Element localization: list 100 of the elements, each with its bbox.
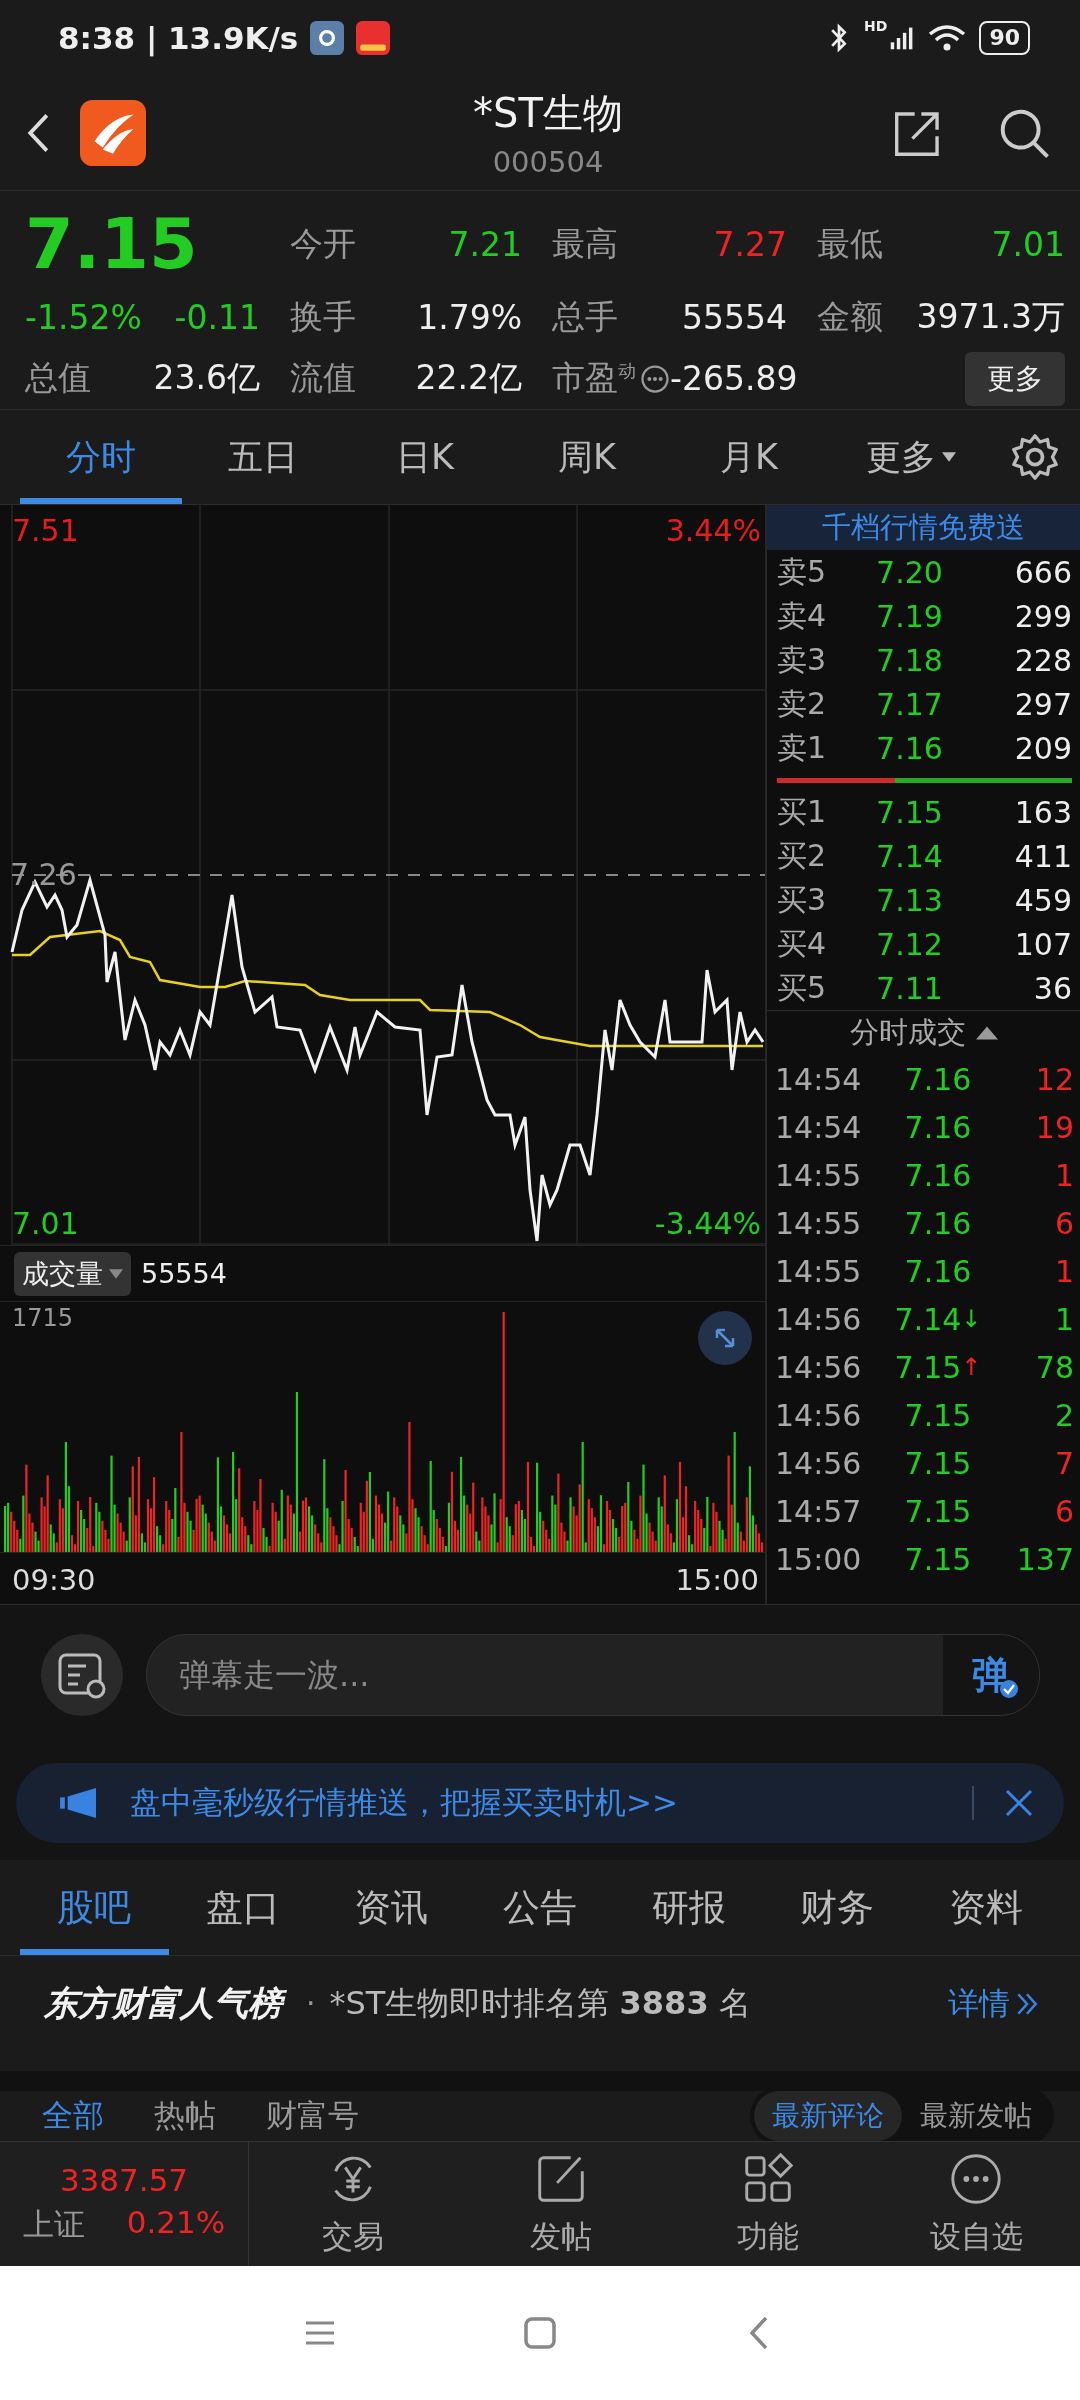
post-tab[interactable]: 全部 <box>42 2095 104 2137</box>
stat-value: 7.01 <box>991 224 1065 264</box>
post-tab[interactable]: 财富号 <box>266 2095 359 2137</box>
section-tab[interactable]: 研报 <box>614 1860 763 1955</box>
stat-value: 7.21 <box>448 224 522 264</box>
order-volume: 107 <box>1013 926 1072 962</box>
promo-banner[interactable]: 千档行情免费送 <box>767 505 1080 550</box>
trade-volume: 12 <box>1034 1061 1074 1097</box>
stock-name: *ST生物 <box>473 89 623 138</box>
trade-time: 14:56 <box>775 1349 863 1385</box>
danmaku-settings-icon[interactable] <box>40 1633 124 1717</box>
more-button[interactable]: 更多 <box>965 351 1065 406</box>
app-logo-icon <box>80 99 146 166</box>
stat-value: 23.6亿 <box>153 357 260 399</box>
network-label: HD <box>864 18 888 34</box>
trades-title[interactable]: 分时成交 <box>849 1013 966 1053</box>
stat-label: 最高 <box>552 222 618 265</box>
trade-price: 7.15 <box>904 1397 972 1433</box>
order-price: 7.11 <box>875 970 944 1006</box>
stat-label: 最低 <box>817 222 883 265</box>
stat-value: 7.27 <box>713 224 787 264</box>
trade-price: 7.15 <box>894 1349 962 1385</box>
index-name: 上证 <box>22 2205 85 2244</box>
order-level-label: 卖5 <box>777 552 828 591</box>
section-tab[interactable]: 资讯 <box>317 1860 466 1955</box>
trade-price: 7.16 <box>904 1109 972 1145</box>
index-value: 3387.57 <box>59 2162 189 2198</box>
trade-volume: 6 <box>1053 1493 1074 1529</box>
trade-price: 7.15 <box>904 1493 972 1529</box>
order-volume: 228 <box>1013 642 1072 678</box>
section-tab[interactable]: 资料 <box>911 1860 1061 1955</box>
high-percent-label: 3.44% <box>665 513 761 548</box>
chart-tab[interactable]: 日K <box>344 410 506 504</box>
sort-option[interactable]: 最新发帖 <box>902 2091 1050 2141</box>
stat-value: 22.2亿 <box>415 357 522 399</box>
order-volume: 209 <box>1013 730 1072 766</box>
stat-label: 总值 <box>25 357 91 399</box>
close-icon[interactable] <box>1004 1787 1034 1818</box>
bottom-nav-item[interactable]: 交易 <box>249 2142 457 2266</box>
caret-up-icon[interactable] <box>975 1026 998 1040</box>
trade-volume: 78 <box>1034 1349 1074 1385</box>
order-volume: 163 <box>1013 794 1072 830</box>
danmaku-input[interactable]: 弹幕走一波... 弹 <box>146 1634 1040 1716</box>
chart-tab[interactable]: 五日 <box>182 410 344 504</box>
expand-icon[interactable] <box>697 1310 753 1366</box>
change-amount: -0.11 <box>174 297 260 337</box>
time-start-label: 09:30 <box>12 1562 96 1597</box>
trade-time: 15:00 <box>775 1541 863 1577</box>
chart-tab[interactable]: 月K <box>668 410 830 504</box>
trade-volume: 1 <box>1053 1157 1074 1193</box>
order-level-label: 买3 <box>777 880 828 919</box>
trade-volume: 2 <box>1053 1397 1074 1433</box>
ranking-text: *ST生物即时排名第 3883 名 <box>329 1982 751 2024</box>
settings-icon[interactable] <box>1010 432 1060 482</box>
trade-price: 7.16 <box>904 1157 972 1193</box>
section-tab[interactable]: 盘口 <box>168 1860 318 1955</box>
banner-text[interactable]: 盘中毫秒级行情推送，把握买卖时机>> <box>130 1781 678 1824</box>
trade-time: 14:56 <box>775 1301 863 1337</box>
chart-tab[interactable]: 周K <box>506 410 668 504</box>
trade-time: 14:57 <box>775 1493 863 1529</box>
details-link[interactable]: 详情 <box>948 1982 1040 2025</box>
high-price-label: 7.51 <box>12 513 79 548</box>
order-price: 7.17 <box>875 686 944 722</box>
trade-time: 14:54 <box>775 1061 863 1097</box>
trade-time: 14:54 <box>775 1109 863 1145</box>
order-volume: 297 <box>1013 686 1072 722</box>
stock-code: 000504 <box>492 145 604 179</box>
change-percent: -1.52% <box>25 297 142 337</box>
order-level-label: 买2 <box>777 836 828 875</box>
trade-time: 14:55 <box>775 1205 863 1241</box>
battery-level: 90 <box>989 25 1020 50</box>
notice-banner[interactable]: 盘中毫秒级行情推送，把握买卖时机>> <box>16 1762 1064 1843</box>
more-dots-icon[interactable] <box>640 363 670 394</box>
order-level-label: 卖3 <box>777 640 828 679</box>
danmaku-send-button[interactable]: 弹 <box>943 1635 1039 1715</box>
sort-option[interactable]: 最新评论 <box>754 2091 902 2141</box>
trade-volume: 137 <box>1015 1541 1074 1577</box>
order-level-label: 买4 <box>777 924 828 963</box>
post-tab[interactable]: 热帖 <box>154 2095 216 2137</box>
order-volume: 666 <box>1013 554 1072 590</box>
trade-time: 14:55 <box>775 1157 863 1193</box>
order-volume: 299 <box>1013 598 1072 634</box>
stat-label: 今开 <box>290 222 356 265</box>
section-tab[interactable]: 公告 <box>465 1860 615 1955</box>
order-level-label: 卖2 <box>777 684 828 723</box>
trade-volume: 1 <box>1053 1253 1074 1289</box>
stat-value: 3971.3万 <box>916 295 1065 338</box>
bottom-nav-item[interactable]: 功能 <box>664 2142 873 2266</box>
bottom-nav-item[interactable]: 发帖 <box>456 2142 665 2266</box>
order-price: 7.19 <box>875 598 944 634</box>
section-tab[interactable]: 财务 <box>762 1860 912 1955</box>
time-end-label: 15:00 <box>675 1562 759 1597</box>
volume-max-label: 1715 <box>12 1304 74 1332</box>
section-tab[interactable]: 股吧 <box>20 1860 169 1955</box>
trade-time: 14:55 <box>775 1253 863 1289</box>
order-price: 7.14 <box>875 838 944 874</box>
indicator-dropdown[interactable]: 成交量 <box>14 1251 131 1296</box>
chart-tab[interactable]: 更多 <box>830 410 992 504</box>
stat-label: 总手 <box>552 295 618 338</box>
bottom-nav-item[interactable]: 设自选 <box>872 2142 1080 2266</box>
